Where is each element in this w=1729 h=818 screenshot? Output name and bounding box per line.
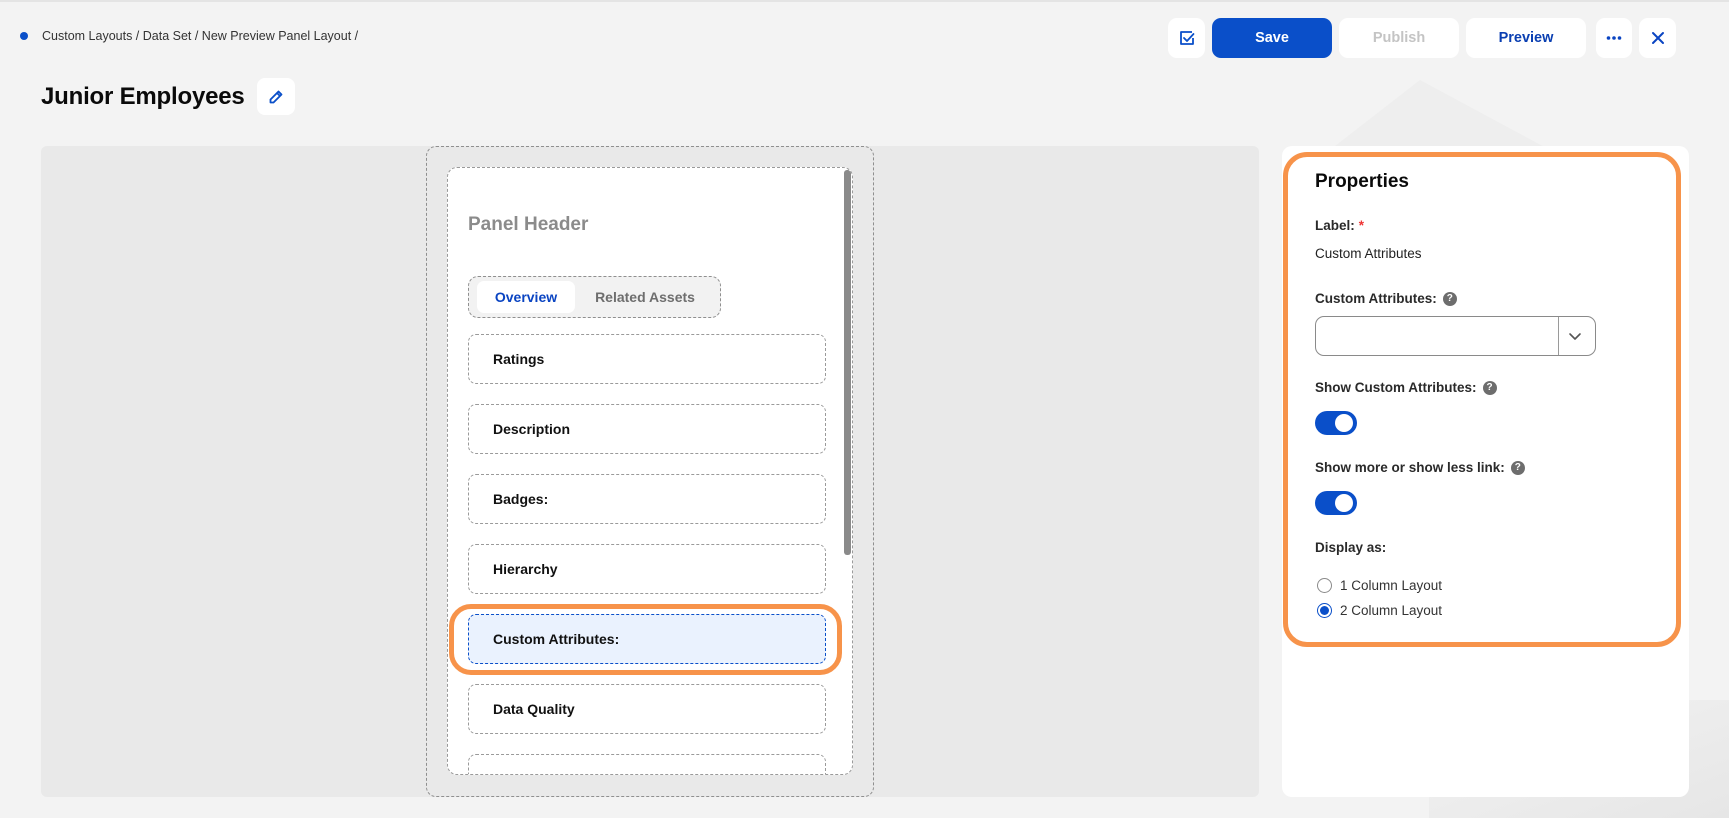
status-dot-icon <box>20 32 28 40</box>
show-custom-attributes-toggle[interactable] <box>1315 411 1357 435</box>
radio-button[interactable] <box>1317 603 1332 618</box>
field-hierarchy[interactable]: Hierarchy <box>468 544 826 594</box>
display-as-text: Display as: <box>1315 540 1387 555</box>
custom-attributes-label: Custom Attributes: ? <box>1315 291 1457 306</box>
more-options-button[interactable] <box>1596 18 1632 58</box>
checkbox-check-icon <box>1179 31 1194 45</box>
label-field-label: Label: * <box>1315 218 1364 233</box>
toggle-knob <box>1335 414 1353 432</box>
publish-button[interactable]: Publish <box>1339 18 1459 58</box>
edit-title-button[interactable] <box>256 78 295 115</box>
radio-label: 1 Column Layout <box>1340 578 1443 593</box>
field-last-updated[interactable]: Last Updated <box>468 754 826 774</box>
required-marker: * <box>1358 218 1365 233</box>
close-icon <box>1651 32 1664 44</box>
help-circle-icon[interactable]: ? <box>1510 460 1525 475</box>
toolbar: Save Publish Preview <box>1168 18 1676 58</box>
radio-1-column[interactable]: 1 Column Layout <box>1317 578 1442 593</box>
close-button[interactable] <box>1639 18 1676 58</box>
field-ratings[interactable]: Ratings <box>468 334 826 384</box>
breadcrumb-text[interactable]: Custom Layouts / Data Set / New Preview … <box>42 29 358 43</box>
panel-tabs: Overview Related Assets <box>468 276 721 318</box>
panel-scrollbar[interactable] <box>843 168 852 774</box>
tab-overview[interactable]: Overview <box>477 281 575 313</box>
field-custom-attributes[interactable]: Custom Attributes: <box>468 614 826 664</box>
top-border <box>0 0 1729 2</box>
help-circle-icon[interactable]: ? <box>1442 291 1457 306</box>
radio-2-column[interactable]: 2 Column Layout <box>1317 603 1442 618</box>
show-more-less-toggle[interactable] <box>1315 491 1357 515</box>
label-value[interactable]: Custom Attributes <box>1315 246 1422 261</box>
toggle-knob <box>1335 494 1353 512</box>
show-more-less-label: Show more or show less link: ? <box>1315 460 1525 475</box>
preview-panel: Panel Header Overview Related Assets Rat… <box>447 167 853 775</box>
chevron-down-icon[interactable] <box>1568 329 1582 343</box>
display-as-label: Display as: <box>1315 540 1386 555</box>
preview-button[interactable]: Preview <box>1466 18 1586 58</box>
save-button[interactable]: Save <box>1212 18 1332 58</box>
custom-attributes-label-text: Custom Attributes: <box>1315 291 1437 306</box>
title-row: Junior Employees <box>41 78 295 115</box>
show-custom-attributes-text: Show Custom Attributes: <box>1315 380 1477 395</box>
select-divider <box>1558 317 1559 355</box>
radio-button[interactable] <box>1317 578 1332 593</box>
tab-related-assets[interactable]: Related Assets <box>575 281 715 313</box>
pencil-icon <box>269 90 282 103</box>
label-text: Label: <box>1315 218 1355 233</box>
show-custom-attributes-label: Show Custom Attributes: ? <box>1315 380 1497 395</box>
radio-label: 2 Column Layout <box>1340 603 1443 618</box>
more-horizontal-icon <box>1606 36 1622 40</box>
background-decoration <box>1330 80 1550 150</box>
field-data-quality[interactable]: Data Quality <box>468 684 826 734</box>
field-list: Ratings Description Badges: Hierarchy Cu… <box>468 334 826 774</box>
custom-attributes-select[interactable] <box>1315 316 1596 356</box>
field-description[interactable]: Description <box>468 404 826 454</box>
scrollbar-thumb[interactable] <box>844 170 851 555</box>
panel-header[interactable]: Panel Header <box>468 214 588 236</box>
breadcrumb: Custom Layouts / Data Set / New Preview … <box>20 29 358 43</box>
field-badges[interactable]: Badges: <box>468 474 826 524</box>
help-circle-icon[interactable]: ? <box>1482 380 1497 395</box>
properties-title: Properties <box>1315 171 1409 192</box>
page-title: Junior Employees <box>41 82 245 110</box>
show-more-less-text: Show more or show less link: <box>1315 460 1505 475</box>
validate-button[interactable] <box>1168 18 1205 58</box>
